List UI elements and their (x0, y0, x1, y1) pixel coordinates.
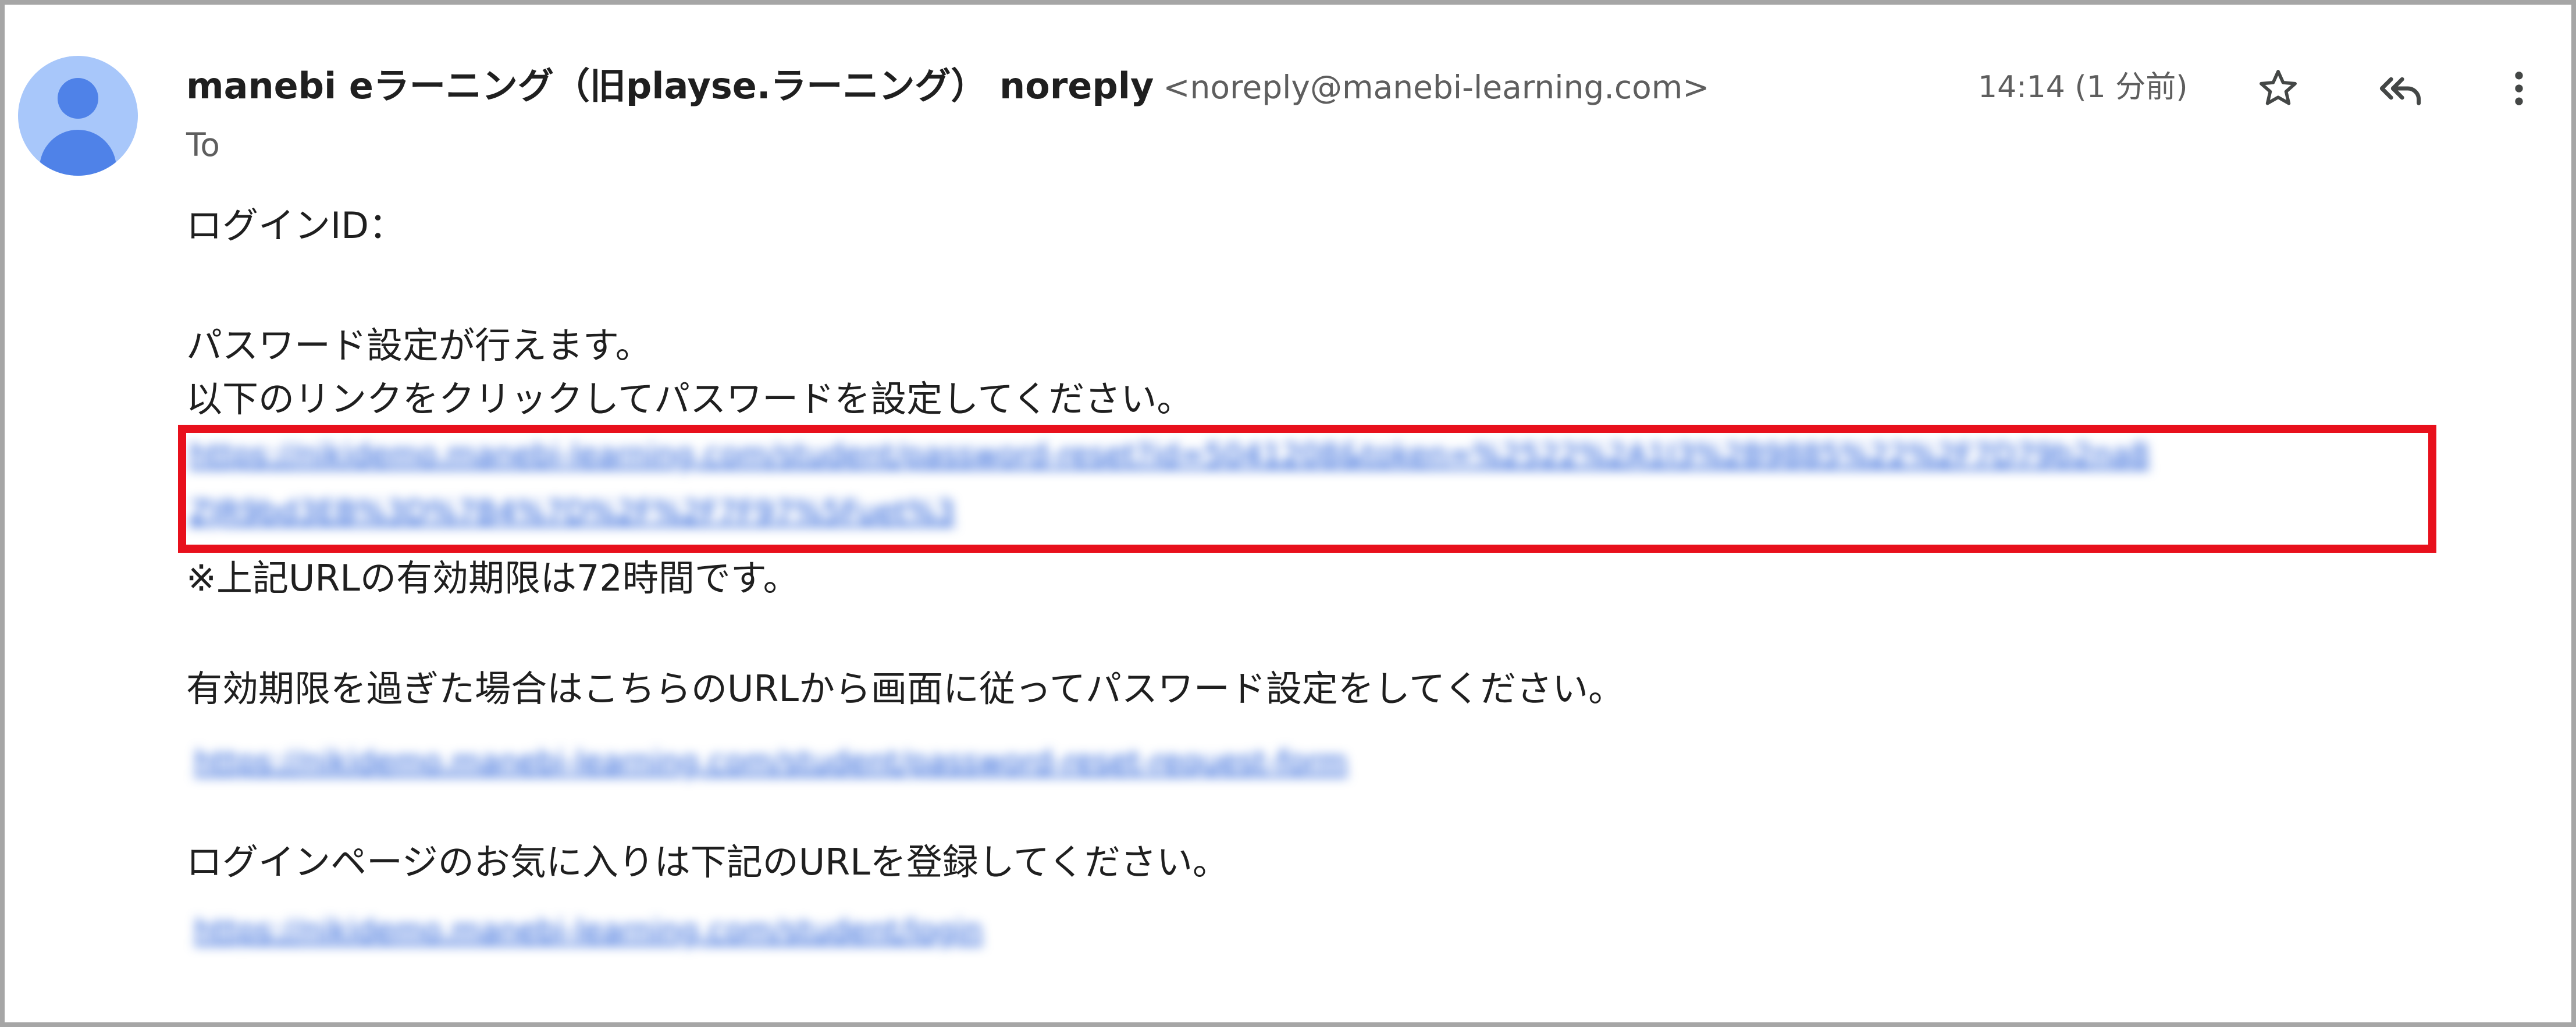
avatar-icon (18, 56, 138, 176)
login-page-link[interactable]: https://nikidemo.manebi-learning.com/stu… (194, 908, 983, 954)
star-button[interactable] (2250, 61, 2306, 116)
instruction-text: 以下のリンクをクリックしてパスワードを設定してください。 (186, 378, 1193, 420)
reply-all-button[interactable] (2372, 61, 2428, 116)
bookmark-instruction-text: ログインページのお気に入りは下記のURLを登録してください。 (186, 841, 1229, 883)
password-setup-text: パスワード設定が行えます。 (186, 324, 652, 367)
star-icon (2260, 70, 2297, 105)
avatar-body (40, 130, 116, 176)
more-options-button[interactable] (2491, 61, 2547, 116)
avatar-head (58, 78, 98, 119)
sender-address: <noreply@manebi-learning.com> (1163, 69, 1710, 106)
password-reset-request-link[interactable]: https://nikidemo.manebi-learning.com/stu… (194, 739, 1347, 786)
more-vert-icon (2515, 72, 2523, 105)
reply-all-icon (2379, 77, 2421, 105)
expiry-note: ※上記URLの有効期限は72時間です。 (186, 557, 799, 599)
expired-instruction-text: 有効期限を過ぎた場合はこちらのURLから画面に従ってパスワード設定をしてください… (186, 667, 1625, 710)
recipient-label[interactable]: To (186, 125, 220, 165)
sender-name[interactable]: manebi eラーニング（旧playse.ラーニング） noreply (186, 65, 1154, 107)
timestamp: 14:14 (1 分前) (1978, 70, 2188, 105)
login-id-label: ログインID： (186, 204, 405, 247)
highlight-box (178, 425, 2436, 553)
sender-line: manebi eラーニング（旧playse.ラーニング） noreply <nor… (186, 63, 1709, 109)
